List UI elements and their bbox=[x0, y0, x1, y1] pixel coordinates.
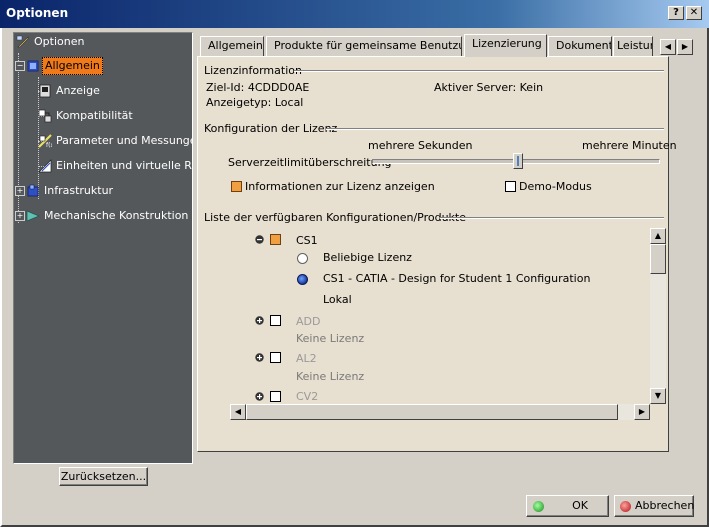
general-icon bbox=[27, 60, 39, 72]
cs1-config-radio[interactable] bbox=[297, 274, 308, 285]
tab-general[interactable]: Allgemein bbox=[200, 36, 264, 56]
config-list[interactable]: CS1 Beliebige Lizenz CS1 - CATIA - Desig… bbox=[230, 226, 666, 420]
cs1-checkbox[interactable] bbox=[270, 234, 281, 245]
demo-mode-label: Demo-Modus bbox=[519, 180, 592, 193]
parameters-icon: f(x) bbox=[38, 134, 52, 148]
group-divider bbox=[294, 70, 664, 72]
demo-mode-checkbox[interactable] bbox=[505, 181, 516, 192]
server-timeout-slider-thumb[interactable] bbox=[513, 153, 523, 169]
show-license-info-checkbox[interactable] bbox=[231, 181, 242, 192]
compatibility-icon bbox=[38, 109, 52, 123]
show-license-info-label: Informationen zur Lizenz anzeigen bbox=[245, 180, 435, 193]
reset-button[interactable]: Zurücksetzen... bbox=[59, 467, 148, 486]
cs1-label: CS1 bbox=[296, 234, 318, 247]
options-root-icon bbox=[16, 35, 29, 48]
tree-label: Anzeige bbox=[56, 84, 100, 97]
tree-label: Mechanische Konstruktion bbox=[44, 209, 189, 222]
tab-shared-products[interactable]: Produkte für gemeinsame Benutzung bbox=[266, 36, 462, 56]
add-checkbox[interactable] bbox=[270, 315, 281, 326]
any-license-label: Beliebige Lizenz bbox=[323, 251, 412, 264]
expand-icon[interactable] bbox=[255, 316, 264, 325]
collapse-icon[interactable]: − bbox=[15, 61, 25, 71]
expand-icon[interactable] bbox=[255, 353, 264, 362]
close-button[interactable]: ✕ bbox=[686, 6, 702, 20]
expand-icon[interactable]: + bbox=[15, 186, 25, 196]
scroll-left-button[interactable]: ◀ bbox=[230, 404, 246, 420]
tab-scroll-left-button[interactable]: ◀ bbox=[660, 39, 676, 55]
scroll-down-button[interactable]: ▼ bbox=[650, 388, 666, 404]
cancel-label: Abbrechen bbox=[635, 499, 695, 512]
cancel-button[interactable]: Abbrechen bbox=[614, 495, 694, 517]
tab-document[interactable]: Dokument bbox=[548, 36, 612, 56]
mechanical-design-icon bbox=[26, 210, 40, 222]
tab-licensing[interactable]: Lizenzierung bbox=[464, 34, 547, 57]
cs1-local-label: Lokal bbox=[323, 293, 352, 306]
scroll-up-button[interactable]: ▲ bbox=[650, 228, 666, 244]
config-list-horizontal-scrollbar[interactable]: ◀ ▶ bbox=[230, 404, 650, 420]
license-config-heading: Konfiguration der Lizenz bbox=[204, 122, 338, 135]
tree-label: Parameter und Messungen bbox=[56, 134, 193, 147]
svg-text:f(x): f(x) bbox=[46, 142, 52, 148]
al2-label: AL2 bbox=[296, 352, 317, 365]
tab-scroll-right-button[interactable]: ▶ bbox=[677, 39, 693, 55]
tab-performance[interactable]: Leistung bbox=[613, 36, 653, 56]
server-timeout-label: Serverzeitlimitüberschreitung bbox=[228, 156, 392, 169]
tree-label: Optionen bbox=[34, 35, 85, 48]
group-divider bbox=[440, 217, 664, 219]
slider-min-label: mehrere Sekunden bbox=[368, 139, 473, 152]
expand-icon[interactable] bbox=[255, 392, 264, 401]
expand-icon[interactable]: + bbox=[15, 211, 25, 221]
tree-label: Kompatibilität bbox=[56, 109, 133, 122]
tree-label: Einheiten und virtuelle Realität bbox=[56, 159, 192, 172]
any-license-radio[interactable] bbox=[297, 253, 308, 264]
target-id: Ziel-Id: 4CDDD0AE bbox=[206, 81, 310, 94]
config-list-heading: Liste der verfügbaren Konfigurationen/Pr… bbox=[204, 211, 467, 224]
scroll-right-button[interactable]: ▶ bbox=[634, 404, 650, 420]
window-title: Optionen bbox=[6, 6, 69, 20]
help-button[interactable]: ? bbox=[668, 6, 684, 20]
collapse-icon[interactable] bbox=[255, 235, 264, 244]
slider-max-label: mehrere Minuten bbox=[582, 139, 677, 152]
tree-label: Allgemein bbox=[42, 57, 103, 75]
add-label: ADD bbox=[296, 315, 321, 328]
ok-icon bbox=[533, 501, 544, 512]
group-divider bbox=[326, 128, 664, 130]
active-server: Aktiver Server: Kein bbox=[434, 81, 544, 94]
ok-label: OK bbox=[572, 499, 588, 512]
license-info-heading: Lizenzinformation bbox=[204, 64, 302, 77]
cancel-icon bbox=[620, 501, 631, 512]
scroll-thumb[interactable] bbox=[246, 404, 618, 420]
al2-checkbox[interactable] bbox=[270, 352, 281, 363]
title-bar: Optionen ? ✕ bbox=[0, 0, 709, 28]
display-icon bbox=[39, 84, 51, 98]
cv2-checkbox[interactable] bbox=[270, 391, 281, 402]
infrastructure-icon bbox=[27, 184, 39, 197]
add-status: Keine Lizenz bbox=[296, 332, 365, 345]
ok-button[interactable]: OK bbox=[526, 495, 609, 517]
config-list-vertical-scrollbar[interactable]: ▲ ▼ bbox=[650, 228, 666, 404]
al2-status: Keine Lizenz bbox=[296, 370, 365, 383]
display-type: Anzeigetyp: Local bbox=[206, 96, 304, 109]
cs1-config-label: CS1 - CATIA - Design for Student 1 Confi… bbox=[323, 272, 591, 285]
scroll-thumb[interactable] bbox=[650, 244, 666, 274]
cv2-label: CV2 bbox=[296, 390, 319, 403]
tree-label: Infrastruktur bbox=[44, 184, 114, 197]
options-tree[interactable]: Optionen − Allgemein Anzeige Kompatibili… bbox=[13, 32, 193, 464]
units-vr-icon bbox=[38, 159, 52, 173]
